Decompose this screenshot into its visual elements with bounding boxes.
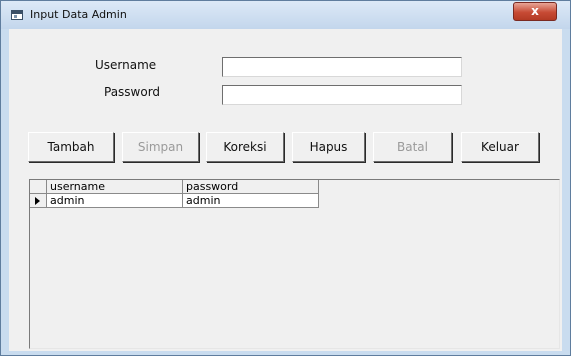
hapus-button[interactable]: Hapus <box>292 132 365 162</box>
input-data-admin-window: Input Data Admin x Username Password Tam… <box>0 0 571 356</box>
close-button[interactable]: x <box>513 2 557 21</box>
app-window-icon <box>11 10 23 20</box>
current-row-arrow-icon <box>35 197 40 205</box>
window-title: Input Data Admin <box>30 8 127 21</box>
username-field[interactable] <box>222 57 462 77</box>
batal-button[interactable]: Batal <box>373 132 452 162</box>
password-field[interactable] <box>222 85 462 105</box>
column-header-username[interactable]: username <box>47 180 183 194</box>
username-label: Username <box>95 58 157 72</box>
row-selector[interactable] <box>30 194 47 208</box>
keluar-button[interactable]: Keluar <box>461 132 539 162</box>
column-header-password[interactable]: password <box>183 180 319 194</box>
table-cell-password[interactable]: admin <box>183 194 319 208</box>
grid-corner-cell <box>30 180 47 194</box>
title-bar[interactable]: Input Data Admin x <box>1 1 570 29</box>
password-label: Password <box>104 85 161 99</box>
form-client-area: Username Password Tambah Simpan Koreksi … <box>9 29 562 351</box>
table-cell-username[interactable]: admin <box>47 194 183 208</box>
admin-data-grid[interactable]: username password admin admin <box>29 179 560 349</box>
koreksi-button[interactable]: Koreksi <box>206 132 284 162</box>
tambah-button[interactable]: Tambah <box>28 132 114 162</box>
simpan-button[interactable]: Simpan <box>122 132 199 162</box>
